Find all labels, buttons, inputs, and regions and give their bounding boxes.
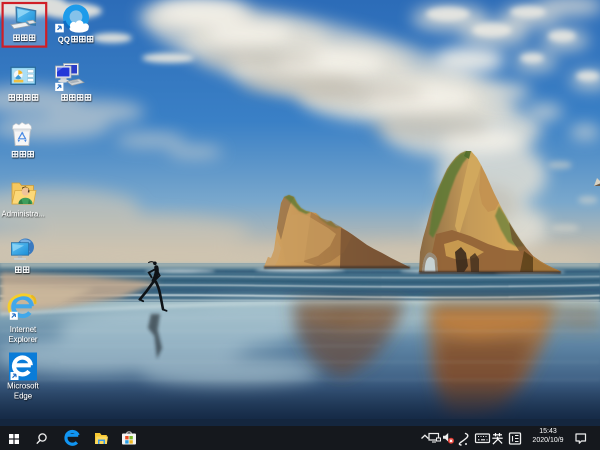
svg-text:Edge: Edge	[14, 392, 32, 401]
svg-text:QQ: QQ	[58, 35, 70, 44]
svg-text:Microsoft: Microsoft	[7, 382, 39, 391]
svg-text:Internet: Internet	[10, 325, 37, 334]
svg-text:Explorer: Explorer	[8, 335, 37, 344]
svg-text:Administra...: Administra...	[2, 210, 45, 219]
